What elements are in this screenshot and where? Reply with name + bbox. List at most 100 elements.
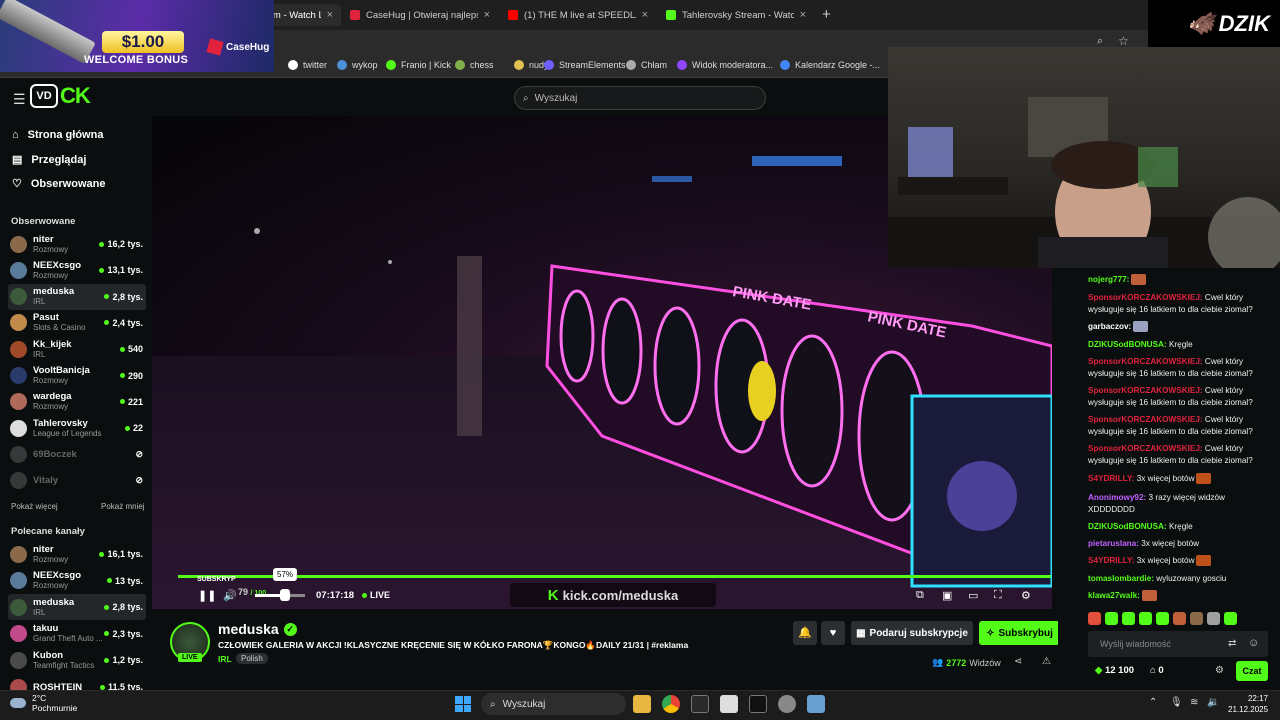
pip-icon[interactable]: ▣ bbox=[942, 589, 952, 602]
bookmark[interactable]: Chłam bbox=[626, 60, 667, 70]
sidebar-channel[interactable]: Kk_kijek IRL 540 bbox=[8, 336, 146, 362]
kick-logo[interactable]: VD CK bbox=[30, 83, 91, 109]
smile-icon[interactable]: ☺ bbox=[1248, 637, 1259, 649]
chat-username[interactable]: SponsorKORCZAKOWSKIEJ: bbox=[1088, 386, 1203, 395]
bookmark[interactable]: twitter bbox=[288, 60, 327, 70]
chat-settings-icon[interactable]: ⚙ bbox=[1215, 665, 1224, 676]
sidebar-channel[interactable]: Vitaly ⊘ bbox=[8, 468, 146, 494]
taskbar-clock[interactable]: 22:17 21.12.2025 bbox=[1228, 693, 1268, 715]
pause-icon[interactable]: ❚❚ bbox=[198, 589, 216, 602]
sidebar-channel[interactable]: meduska IRL 2,8 tys. bbox=[8, 283, 146, 310]
emote-shortcut[interactable] bbox=[1207, 612, 1220, 625]
settings-icon[interactable] bbox=[778, 695, 796, 713]
close-tab-icon[interactable]: × bbox=[484, 9, 490, 21]
taskbar-search[interactable]: ⌕ Wyszukaj bbox=[481, 693, 626, 715]
chat-username[interactable]: SponsorKORCZAKOWSKIEJ: bbox=[1088, 293, 1203, 302]
send-chat-button[interactable]: Czat bbox=[1236, 661, 1268, 681]
emote-shortcut[interactable] bbox=[1156, 612, 1169, 625]
weather-widget[interactable]: 2°C Pochmurnie bbox=[10, 693, 77, 713]
bookmark[interactable]: Widok moderatora... bbox=[677, 60, 773, 70]
sidebar-channel[interactable]: VooltBanicja Rozmowy 290 bbox=[8, 363, 146, 389]
chat-username[interactable]: SponsorKORCZAKOWSKIEJ: bbox=[1088, 415, 1203, 424]
star-icon[interactable]: ☆ bbox=[1118, 34, 1129, 48]
settings-gear-icon[interactable]: ⚙ bbox=[1021, 589, 1031, 602]
subscribe-button[interactable]: ✧ Subskrybuj bbox=[979, 621, 1060, 645]
browser-tab[interactable]: CaseHug | Otwieraj najlepsze skrzynki× bbox=[342, 4, 498, 26]
chat-username[interactable]: DZIKUSodBONUSA: bbox=[1088, 340, 1167, 349]
volume-knob[interactable] bbox=[280, 589, 290, 601]
emote-shortcut[interactable] bbox=[1224, 612, 1237, 625]
bookmark[interactable]: StreamElements bbox=[544, 60, 626, 70]
close-tab-icon[interactable]: × bbox=[642, 9, 648, 21]
chrome-icon[interactable] bbox=[662, 695, 680, 713]
sidebar-channel[interactable]: Tahlerovsky League of Legends 22 bbox=[8, 415, 146, 441]
streamer-name[interactable]: meduska ✓ bbox=[218, 621, 297, 637]
bookmark[interactable]: wykop bbox=[337, 60, 378, 70]
share-icon[interactable]: ⋖ bbox=[1014, 656, 1022, 667]
sidebar-channel[interactable]: wardega Rozmowy 221 bbox=[8, 389, 146, 415]
casehug-ad[interactable]: $1.00 WELCOME BONUS CaseHug bbox=[0, 0, 274, 72]
chat-username[interactable]: SponsorKORCZAKOWSKIEJ: bbox=[1088, 444, 1203, 453]
sidebar-channel[interactable]: Pasut Slots & Casino 2,4 tys. bbox=[8, 310, 146, 336]
chat-username[interactable]: nojerg777: bbox=[1088, 275, 1129, 284]
browser-tab[interactable]: Tahlerovsky Stream - Watch Live on Kick× bbox=[658, 4, 814, 26]
emote-picker-icon[interactable]: ⇄ bbox=[1228, 638, 1236, 649]
show-less-link[interactable]: Pokaż mniej bbox=[101, 502, 145, 511]
sidebar-channel[interactable]: NEEXcsgo Rozmowy 13,1 tys. bbox=[8, 257, 146, 283]
sidebar-channel[interactable]: niter Rozmowy 16,2 tys. bbox=[8, 231, 146, 257]
hamburger-menu-icon[interactable]: ☰ bbox=[13, 91, 26, 108]
bookmark[interactable]: chess bbox=[455, 60, 494, 70]
sidebar-channel[interactable]: niter Rozmowy 16,1 tys. bbox=[8, 541, 146, 567]
app-icon[interactable] bbox=[720, 695, 738, 713]
chat-username[interactable]: DZIKUSodBONUSA: bbox=[1088, 522, 1167, 531]
stream-category[interactable]: IRL bbox=[218, 654, 232, 664]
chat-username[interactable]: S4YDRILLY: bbox=[1088, 474, 1134, 483]
sidebar-channel[interactable]: takuu Grand Theft Auto ... 2,3 tys. bbox=[8, 621, 146, 647]
calculator-icon[interactable] bbox=[807, 695, 825, 713]
emote-shortcut[interactable] bbox=[1122, 612, 1135, 625]
follow-heart-icon[interactable]: ♥ bbox=[821, 621, 845, 645]
file-explorer-icon[interactable] bbox=[633, 695, 651, 713]
emote-shortcut[interactable] bbox=[1190, 612, 1203, 625]
volume-tray-icon[interactable]: 🔉 bbox=[1207, 697, 1219, 708]
sidebar-channel[interactable]: Kubon Teamfight Tactics 1,2 tys. bbox=[8, 647, 146, 673]
sidebar-channel[interactable]: 69Boczek ⊘ bbox=[8, 441, 146, 467]
volume-icon[interactable]: 🔊 bbox=[223, 589, 237, 602]
report-icon[interactable]: ⚠ bbox=[1042, 656, 1051, 667]
fullscreen-icon[interactable]: ⛶ bbox=[994, 589, 1002, 602]
search-input[interactable]: ⌕ Wyszukaj bbox=[514, 86, 766, 110]
emote-shortcut[interactable] bbox=[1173, 612, 1186, 625]
chevron-up-icon[interactable]: ⌃ bbox=[1149, 697, 1157, 708]
emote-shortcut[interactable] bbox=[1088, 612, 1101, 625]
close-tab-icon[interactable]: × bbox=[327, 9, 333, 21]
clip-icon[interactable]: ⧉ bbox=[916, 589, 924, 602]
sidebar-channel[interactable]: meduska IRL 2,8 tys. bbox=[8, 594, 146, 621]
show-more-link[interactable]: Pokaż więcej bbox=[11, 502, 58, 511]
channel-points[interactable]: ◆ 12 100 bbox=[1095, 665, 1134, 676]
theater-icon[interactable]: ▭ bbox=[968, 589, 978, 602]
chat-username[interactable]: garbaczov: bbox=[1088, 322, 1131, 331]
chat-username[interactable]: tomaslombardie: bbox=[1088, 574, 1154, 583]
chat-username[interactable]: Anonimowy92: bbox=[1088, 493, 1146, 502]
chat-username[interactable]: SponsorKORCZAKOWSKIEJ: bbox=[1088, 357, 1203, 366]
chat-username[interactable]: klawa27walk: bbox=[1088, 591, 1140, 600]
new-tab-button[interactable]: + bbox=[822, 6, 831, 23]
chat-username[interactable]: S4YDRILLY: bbox=[1088, 556, 1134, 565]
bookmark[interactable]: Kalendarz Google -... bbox=[780, 60, 880, 70]
store-count[interactable]: ⌂ 0 bbox=[1150, 665, 1164, 676]
terminal-icon[interactable] bbox=[749, 695, 767, 713]
nav-browse[interactable]: ▤ Przeglądaj bbox=[12, 153, 86, 167]
nav-home[interactable]: ⌂ Strona główna bbox=[12, 129, 103, 141]
language-tag[interactable]: Polish bbox=[236, 653, 268, 664]
bookmark[interactable]: Franio | Kick bbox=[386, 60, 451, 70]
close-tab-icon[interactable]: × bbox=[800, 9, 806, 21]
emote-shortcut[interactable] bbox=[1105, 612, 1118, 625]
chat-input[interactable]: Wyślij wiadomość bbox=[1088, 631, 1268, 657]
app-icon[interactable] bbox=[691, 695, 709, 713]
sidebar-channel[interactable]: NEEXcsgo Rozmowy 13 tys. bbox=[8, 568, 146, 594]
browser-tab[interactable]: (1) THE M live at SPEEDLAND F1× bbox=[500, 4, 656, 26]
wifi-icon[interactable]: ≋ bbox=[1190, 697, 1198, 708]
gift-sub-button[interactable]: ▦ Podaruj subskrypcje bbox=[851, 621, 973, 645]
stream-progress-bar[interactable] bbox=[178, 575, 1051, 578]
emote-shortcut[interactable] bbox=[1139, 612, 1152, 625]
